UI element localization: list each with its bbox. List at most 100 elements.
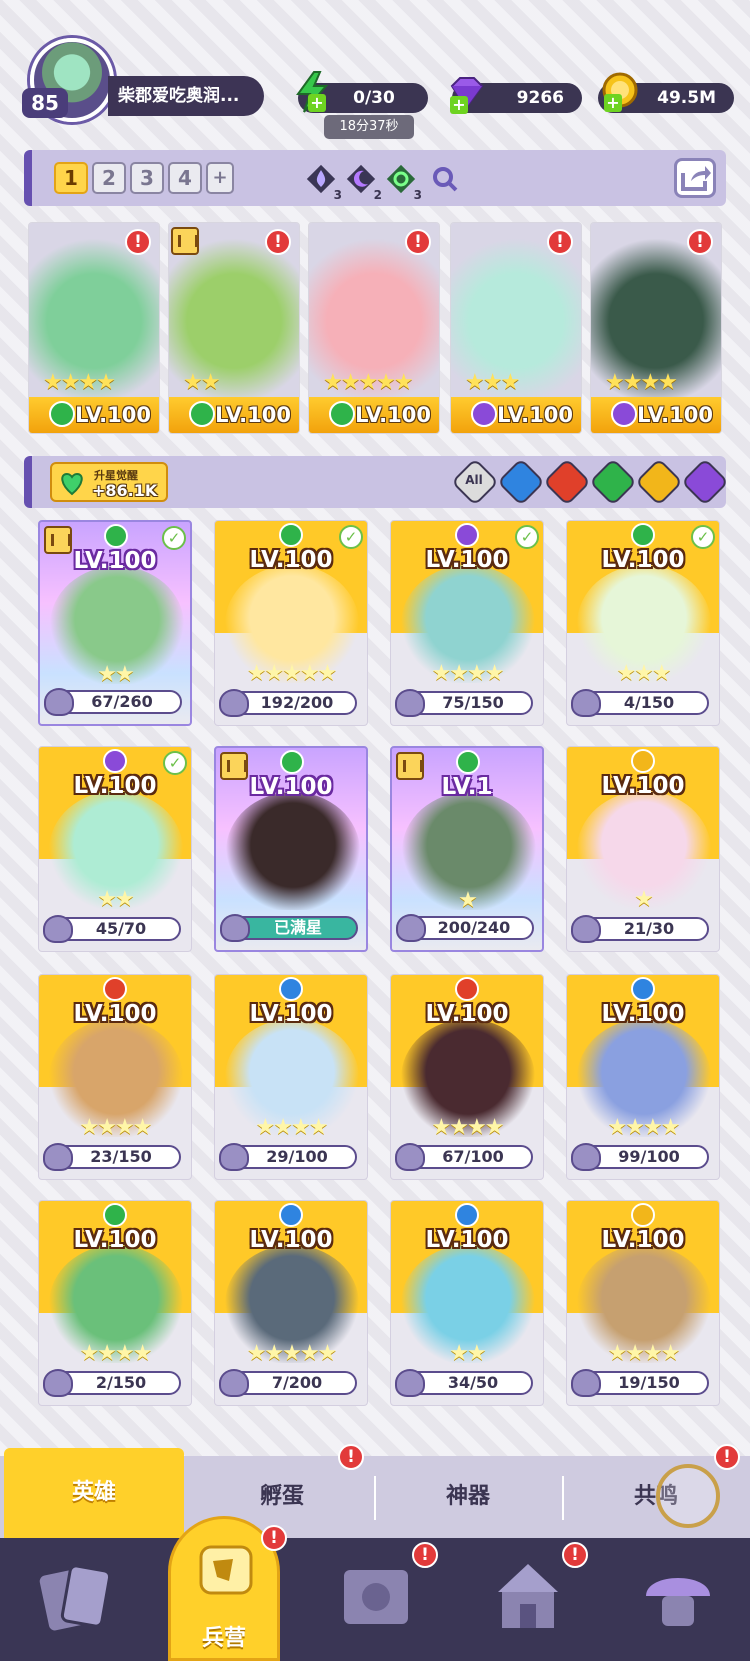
hero-alert-badge: ! (547, 229, 573, 255)
resonance-alert-badge: ! (714, 1444, 740, 1470)
hero-level: LV.100 (249, 1227, 333, 1253)
hero-level: LV.100 (73, 1227, 157, 1253)
team-tab-4[interactable]: 4 (168, 162, 202, 194)
hero-card[interactable]: LV.100 ★★★★ 2/150 (38, 1200, 192, 1406)
team-hero-card[interactable]: ★★★★★ LV.100! (308, 222, 440, 434)
nature-element-count: 3 (384, 162, 422, 202)
hero-card[interactable]: ✓ LV.100 ★★★★★ 192/200 (214, 520, 368, 726)
sub-tab-bar: 英雄 孵蛋 神器 共鸣 ! ! (0, 1444, 750, 1538)
hero-card[interactable]: LV.100 ★★★★ 19/150 (566, 1200, 720, 1406)
hero-card[interactable]: LV.100 ★★★★ 23/150 (38, 974, 192, 1180)
filter-fire-button[interactable] (542, 457, 592, 507)
shard-icon (43, 1143, 73, 1171)
checkmark-icon: ✓ (691, 525, 715, 549)
plus-icon[interactable]: + (604, 94, 622, 112)
filter-dark-button[interactable] (680, 457, 730, 507)
hero-stars: ★★★★ (79, 1115, 153, 1140)
checkmark-icon: ✓ (515, 525, 539, 549)
hero-card[interactable]: LV.100 ★★★★ 99/100 (566, 974, 720, 1180)
shard-icon (219, 689, 249, 717)
hero-level: LV.100 (75, 403, 151, 427)
shrine-alert-badge: ! (562, 1542, 588, 1568)
hero-stars: ★★ (449, 1341, 486, 1366)
cards-nav-icon[interactable] (30, 1550, 122, 1642)
hero-alert-badge: ! (265, 229, 291, 255)
hero-card[interactable]: ✓ LV.100 ★★★★ 75/150 (390, 520, 544, 726)
hero-stars: ★★★★★ (323, 370, 414, 395)
water-element-count: 3 (304, 162, 342, 202)
hero-card[interactable]: ✓ LV.100 ★★ 45/70 (38, 746, 192, 952)
barracks-alert-badge: ! (261, 1525, 287, 1551)
player-name[interactable]: 柴郡爱吃奥润... (108, 76, 264, 116)
bottom-nav-bar: 兵营 ! ! ! (0, 1516, 750, 1661)
hero-level: LV.100 (355, 403, 431, 427)
hero-stars: ★★★★ (607, 1115, 681, 1140)
hero-card[interactable]: LV.100 ★★★★ 67/100 (390, 974, 544, 1180)
team-tab-1[interactable]: 1 (54, 162, 88, 194)
awaken-button[interactable]: 升星觉醒 +86.1K (50, 462, 168, 502)
hero-stars: ★★★★ (79, 1341, 153, 1366)
team-tab-2[interactable]: 2 (92, 162, 126, 194)
barracks-nav-button[interactable]: 兵营 ! (168, 1516, 287, 1661)
rank-badge-icon (171, 227, 199, 255)
hero-card[interactable]: LV.100 ★★★★★ 7/200 (214, 1200, 368, 1406)
hero-card[interactable]: LV.100 ★★★★ 29/100 (214, 974, 368, 1180)
checkmark-icon: ✓ (163, 751, 187, 775)
filter-nature-button[interactable] (588, 457, 638, 507)
team-hero-card[interactable]: ★★★★ LV.100! (28, 222, 160, 434)
hero-level: LV.100 (73, 773, 157, 799)
hero-card[interactable]: LV.100 已满星 (214, 746, 368, 952)
hero-level: LV.100 (73, 1001, 157, 1027)
plus-icon[interactable]: + (308, 94, 326, 112)
plus-icon[interactable]: + (450, 96, 468, 114)
hero-card[interactable]: LV.1 ★ 200/240 (390, 746, 544, 952)
share-button[interactable] (674, 158, 716, 198)
team-hero-card[interactable]: ★★ LV.100! (168, 222, 300, 434)
hero-stars: ★★★★ (43, 370, 116, 395)
hero-level: LV.100 (425, 1227, 509, 1253)
add-team-button[interactable]: + (206, 162, 234, 194)
team-tab-3[interactable]: 3 (130, 162, 164, 194)
gold-coin-icon[interactable]: + (598, 70, 642, 114)
shard-icon (395, 1143, 425, 1171)
search-icon[interactable] (428, 162, 462, 196)
nature-element-icon (631, 523, 655, 547)
hero-stars: ★★★★ (255, 1115, 329, 1140)
lightning-icon[interactable]: + (290, 70, 334, 114)
filter-light-button[interactable] (634, 457, 684, 507)
shard-icon (571, 1369, 601, 1397)
shard-icon (44, 688, 74, 716)
nature-element-icon (103, 1203, 127, 1227)
gem-icon[interactable]: + (444, 72, 488, 116)
hero-card[interactable]: ✓ LV.100 ★★★ 4/150 (566, 520, 720, 726)
player-level-badge: 85 (22, 88, 68, 118)
guild-nav-icon[interactable] (632, 1550, 724, 1642)
hero-level: LV.1 (441, 774, 493, 800)
shard-icon (395, 689, 425, 717)
hero-stars: ★ (634, 887, 654, 912)
hero-card[interactable]: LV.100 ★ 21/30 (566, 746, 720, 952)
map-nav-icon[interactable]: ! (330, 1542, 438, 1642)
shard-icon (395, 1369, 425, 1397)
hero-level: LV.100 (637, 403, 713, 427)
hero-card[interactable]: ✓ LV.100 ★★ 67/260 (38, 520, 192, 726)
hero-alert-badge: ! (125, 229, 151, 255)
fire-element-icon (103, 977, 127, 1001)
tab-heroes[interactable]: 英雄 (4, 1448, 184, 1538)
hero-stars: ★★ (97, 887, 134, 912)
hero-stars: ★★★ (616, 661, 671, 686)
hero-card[interactable]: LV.100 ★★ 34/50 (390, 1200, 544, 1406)
tab-artifacts[interactable]: 神器 (376, 1456, 560, 1538)
hero-level: LV.100 (601, 773, 685, 799)
hero-stars: ★★★★★ (246, 1341, 338, 1366)
water-element-icon (455, 1203, 479, 1227)
checkmark-icon: ✓ (162, 526, 186, 550)
team-hero-card[interactable]: ★★★ LV.100! (450, 222, 582, 434)
shrine-nav-icon[interactable]: ! (482, 1542, 588, 1642)
filter-water-button[interactable] (496, 457, 546, 507)
hero-stars: ★★★★ (605, 370, 678, 395)
shard-icon (571, 689, 601, 717)
shard-icon (43, 1369, 73, 1397)
team-hero-card[interactable]: ★★★★ LV.100! (590, 222, 722, 434)
resonance-orb-icon[interactable] (656, 1464, 720, 1528)
